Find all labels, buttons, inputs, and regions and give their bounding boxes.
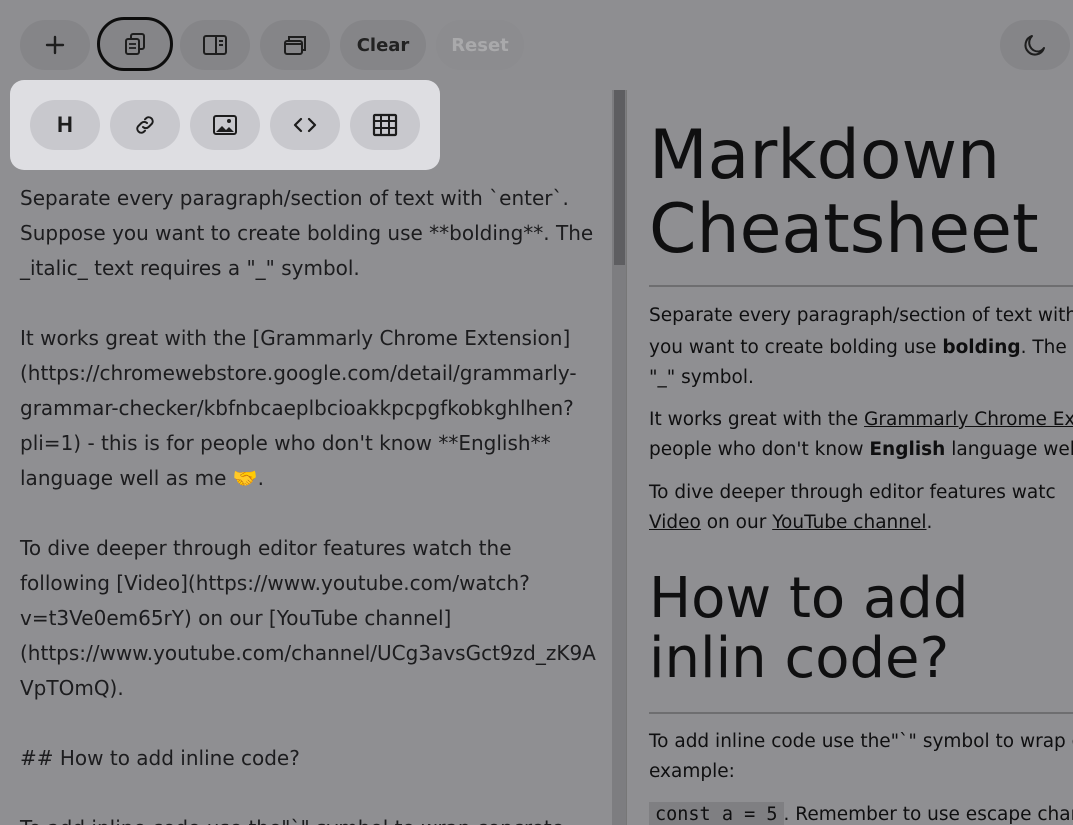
code-button[interactable] [270,100,340,150]
link-button[interactable] [110,100,180,150]
editor-textarea[interactable]: Separate every paragraph/section of text… [20,181,600,825]
reset-button[interactable]: Reset [436,20,524,70]
preview-paragraph-line: example: [649,761,735,782]
preview-paragraph-line: you want to create bolding use bolding. … [649,337,1073,358]
moon-icon [1024,35,1045,56]
preview-paragraph-line: Video on our YouTube channel. [649,512,933,533]
preview-heading-2: How to add inlin code? [649,566,969,691]
code-icon [293,117,317,133]
preview-paragraph-line: const a = 5. Remember to use escape char [649,800,1073,825]
grammarly-link[interactable]: Grammarly Chrome Exter [864,409,1073,430]
heading-icon: H [57,112,73,137]
preview-title: Markdown Cheatsheet [649,116,1039,269]
title-divider [649,285,1073,287]
windows-button[interactable] [260,20,330,70]
inline-code: const a = 5 [649,802,784,825]
image-icon [213,115,237,135]
table-button[interactable] [350,100,420,150]
clear-button[interactable]: Clear [340,20,426,70]
preview-paragraph-line: people who don't know English language w… [649,439,1073,460]
plus-icon [45,35,65,55]
youtube-channel-link[interactable]: YouTube channel [772,512,926,533]
copy-icon [125,33,145,55]
heading-button[interactable]: H [30,100,100,150]
image-button[interactable] [190,100,260,150]
theme-toggle-button[interactable] [1000,20,1070,70]
markdown-preview: Markdown Cheatsheet Separate every parag… [626,90,1073,825]
preview-paragraph-line: It works great with the Grammarly Chrome… [649,405,1073,435]
markdown-editor[interactable]: Separate every paragraph/section of text… [0,90,612,825]
preview-paragraph-line: To add inline code use the"`" symbol to … [649,731,1073,752]
video-link[interactable]: Video [649,512,701,533]
windows-icon [284,36,306,55]
preview-paragraph-line: To dive deeper through editor features w… [649,482,1056,503]
split-view-button[interactable] [180,20,250,70]
copy-button[interactable] [97,17,173,71]
add-button[interactable] [20,20,90,70]
insert-popover: H [10,80,440,170]
link-icon [136,116,154,134]
editor-scrollbar-thumb[interactable] [614,90,625,265]
preview-paragraph-line: "_" symbol. [649,367,754,388]
preview-paragraph-line: Separate every paragraph/section of text… [649,305,1073,326]
split-view-icon [203,35,227,55]
table-icon [372,113,398,137]
heading-divider [649,712,1073,714]
